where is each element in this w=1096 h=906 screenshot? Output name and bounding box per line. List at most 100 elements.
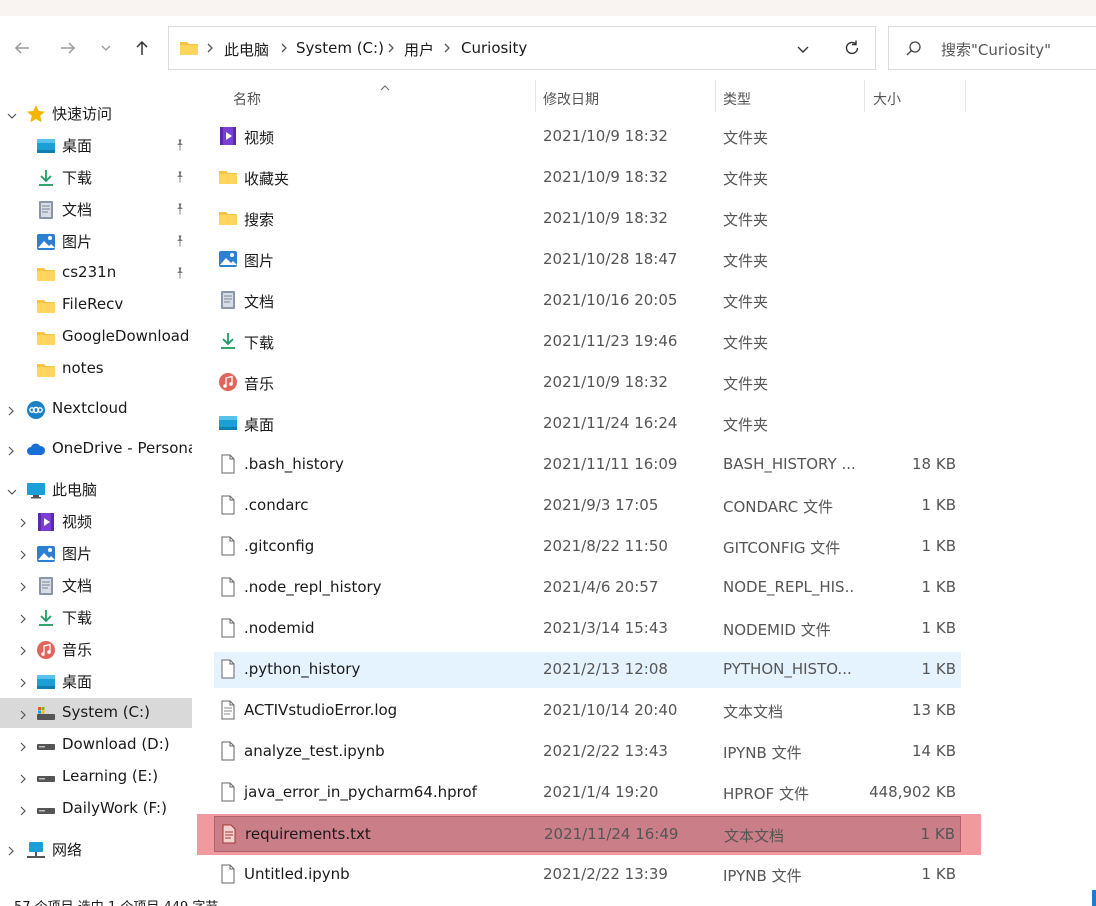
refresh-icon[interactable]	[843, 39, 861, 57]
up-arrow-icon	[136, 40, 148, 55]
address-bar[interactable]: 此电脑 System (C:) 用户 Curiosity	[168, 26, 876, 70]
sidebar-item-pc-3[interactable]: 下载	[0, 602, 192, 632]
sidebar-item-label: OneDrive - Persona	[52, 439, 192, 457]
file-modified-date: 2021/10/9 18:32	[543, 168, 668, 186]
sidebar-item-pc-7[interactable]: Download (D:)	[0, 730, 192, 760]
sidebar-item-label: Learning (E:)	[62, 767, 159, 785]
file-row[interactable]: requirements.txt 2021/11/24 16:49 文本文档 1 KB	[214, 816, 961, 852]
sidebar-item-quick-4[interactable]: cs231n	[0, 258, 192, 288]
file-size: 1 KB	[921, 537, 956, 555]
file-row[interactable]: .bash_history 2021/11/11 16:09 BASH_HISTOR…	[214, 447, 961, 483]
pin-icon[interactable]	[173, 138, 187, 156]
chevron-right-icon[interactable]	[18, 803, 28, 821]
file-row[interactable]: 音乐 2021/10/9 18:32 文件夹	[214, 365, 961, 401]
sidebar-item-quick-access[interactable]: 快速访问	[0, 98, 192, 128]
file-row[interactable]: Untitled.ipynb 2021/2/22 13:39 IPYNB 文件 1 K…	[214, 857, 961, 893]
sidebar-item-quick-1[interactable]: 下载	[0, 162, 192, 192]
navigation-pane[interactable]: 快速访问 桌面 下载 文档 图片 cs231n FileRecv GoogleDownload…	[0, 80, 192, 906]
breadcrumb-users[interactable]: 用户	[404, 39, 434, 60]
file-row[interactable]: 桌面 2021/11/24 16:24 文件夹	[214, 406, 961, 442]
sidebar-item-pc-4[interactable]: 音乐	[0, 634, 192, 664]
title-strip	[0, 0, 1096, 16]
sidebar-item-label: 网络	[52, 841, 83, 859]
file-row[interactable]: 下载 2021/11/23 19:46 文件夹	[214, 324, 961, 360]
forward-button[interactable]	[54, 34, 82, 62]
sidebar-item-pc-5[interactable]: 桌面	[0, 666, 192, 696]
back-button[interactable]	[8, 34, 36, 62]
breadcrumb-this-pc[interactable]: 此电脑	[224, 39, 269, 60]
file-name: 文档	[244, 293, 275, 311]
sidebar-item-pc-0[interactable]: 视频	[0, 506, 192, 536]
file-row[interactable]: .node_repl_history 2021/4/6 20:57 NODE_REP…	[214, 570, 961, 606]
file-type: BASH_HISTORY ...	[723, 455, 855, 473]
breadcrumb-system-c[interactable]: System (C:)	[296, 39, 384, 57]
file-row[interactable]: 图片 2021/10/28 18:47 文件夹	[214, 242, 961, 278]
sidebar-item-pc-1[interactable]: 图片	[0, 538, 192, 568]
download-icon	[36, 168, 56, 192]
column-header-modified[interactable]: 修改日期	[536, 80, 714, 112]
file-row[interactable]: 搜索 2021/10/9 18:32 文件夹	[214, 201, 961, 237]
sidebar-item-quick-7[interactable]: notes	[0, 354, 192, 384]
up-button[interactable]	[128, 34, 156, 62]
file-row[interactable]: .python_history 2021/2/13 12:08 PYTHON_HIS…	[214, 652, 961, 688]
file-row[interactable]: java_error_in_pycharm64.hprof 2021/1/4 19…	[214, 775, 961, 811]
sidebar-item-onedrive[interactable]: OneDrive - Persona	[0, 434, 192, 464]
sidebar-item-quick-5[interactable]: FileRecv	[0, 290, 192, 320]
chevron-right-icon[interactable]	[6, 443, 16, 461]
sidebar-item-label: 快速访问	[52, 105, 113, 123]
file-row[interactable]: .nodemid 2021/3/14 15:43 NODEMID 文件 1 KB	[214, 611, 961, 647]
pin-icon[interactable]	[173, 202, 187, 220]
file-modified-date: 2021/10/9 18:32	[543, 373, 668, 391]
search-box[interactable]: 搜索"Curiosity"	[888, 26, 1096, 70]
sidebar-item-this-pc[interactable]: 此电脑	[0, 474, 192, 504]
column-header-name[interactable]: 名称	[214, 80, 534, 112]
sidebar-item-pc-9[interactable]: DailyWork (F:)	[0, 794, 192, 824]
file-icon	[218, 659, 238, 683]
chevron-right-icon[interactable]	[18, 579, 28, 597]
column-header-size[interactable]: 大小	[865, 80, 965, 112]
breadcrumb-curiosity[interactable]: Curiosity	[461, 39, 527, 57]
sidebar-item-quick-2[interactable]: 文档	[0, 194, 192, 224]
chevron-down-icon[interactable]	[6, 483, 18, 501]
sidebar-item-pc-6[interactable]: System (C:)	[0, 698, 192, 728]
file-row[interactable]: 视频 2021/10/9 18:32 文件夹	[214, 119, 961, 155]
chevron-right-icon[interactable]	[6, 403, 16, 421]
chevron-right-icon[interactable]	[18, 515, 28, 533]
sidebar-item-quick-3[interactable]: 图片	[0, 226, 192, 256]
chevron-right-icon[interactable]	[6, 843, 16, 861]
address-dropdown-icon[interactable]	[795, 41, 811, 57]
chevron-right-icon[interactable]	[18, 707, 28, 725]
chevron-right-icon[interactable]	[18, 771, 28, 789]
file-row[interactable]: 收藏夹 2021/10/9 18:32 文件夹	[214, 160, 961, 196]
file-row[interactable]: 文档 2021/10/16 20:05 文件夹	[214, 283, 961, 319]
sidebar-item-network[interactable]: 网络	[0, 834, 192, 864]
music-icon	[218, 372, 238, 396]
search-placeholder: 搜索"Curiosity"	[941, 41, 1052, 59]
recent-locations-button[interactable]	[92, 34, 120, 62]
chevron-right-icon[interactable]	[18, 547, 28, 565]
sidebar-item-nextcloud[interactable]: Nextcloud	[0, 394, 192, 424]
chevron-right-icon[interactable]	[18, 675, 28, 693]
file-row[interactable]: ACTIVstudioError.log 2021/10/14 20:40 文本文档…	[214, 693, 961, 729]
file-row[interactable]: .gitconfig 2021/8/22 11:50 GITCONFIG 文件 1 K…	[214, 529, 961, 565]
status-bar-view-toggle[interactable]	[1092, 890, 1096, 906]
file-row[interactable]: analyze_test.ipynb 2021/2/22 13:43 IPYNB 文…	[214, 734, 961, 770]
chevron-right-icon[interactable]	[18, 739, 28, 757]
pin-icon[interactable]	[173, 266, 187, 284]
column-divider[interactable]	[965, 80, 966, 112]
folder-icon	[36, 328, 56, 352]
file-row[interactable]: .condarc 2021/9/3 17:05 CONDARC 文件 1 KB	[214, 488, 961, 524]
chevron-right-icon[interactable]	[18, 611, 28, 629]
pin-icon[interactable]	[173, 170, 187, 188]
sidebar-item-label: 下载	[62, 609, 93, 627]
nextcloud-icon	[26, 400, 46, 424]
chevron-right-icon[interactable]	[18, 643, 28, 661]
pin-icon[interactable]	[173, 234, 187, 252]
sidebar-item-pc-8[interactable]: Learning (E:)	[0, 762, 192, 792]
column-header-type[interactable]: 类型	[716, 80, 864, 112]
sidebar-item-label: cs231n	[62, 263, 117, 281]
chevron-down-icon[interactable]	[6, 107, 18, 125]
sidebar-item-quick-0[interactable]: 桌面	[0, 130, 192, 160]
sidebar-item-pc-2[interactable]: 文档	[0, 570, 192, 600]
sidebar-item-quick-6[interactable]: GoogleDownload	[0, 322, 192, 352]
